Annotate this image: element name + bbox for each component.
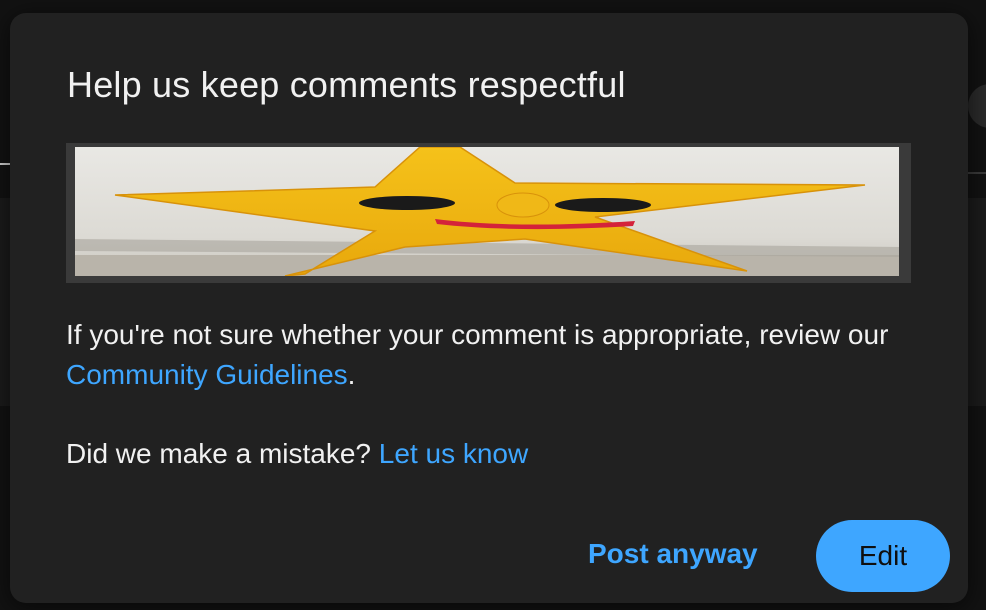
star-figure-image <box>75 147 899 276</box>
background-avatar <box>968 84 986 128</box>
edit-button[interactable]: Edit <box>816 520 950 592</box>
comment-warning-dialog: Help us keep comments respectful If you'… <box>10 13 968 603</box>
background-divider-right <box>968 172 986 174</box>
body-text-suffix: . <box>347 359 356 390</box>
dialog-image-frame <box>66 143 911 283</box>
post-anyway-button[interactable]: Post anyway <box>576 532 770 576</box>
dialog-title: Help us keep comments respectful <box>67 64 626 105</box>
mistake-text-prefix: Did we make a mistake? <box>66 438 379 469</box>
review-guidelines-text: If you're not sure whether your comment … <box>66 315 946 395</box>
let-us-know-link[interactable]: Let us know <box>379 438 528 469</box>
community-guidelines-link[interactable]: Community Guidelines <box>66 359 348 390</box>
mistake-feedback-text: Did we make a mistake? Let us know <box>66 434 528 474</box>
body-text-prefix: If you're not sure whether your comment … <box>66 319 889 350</box>
